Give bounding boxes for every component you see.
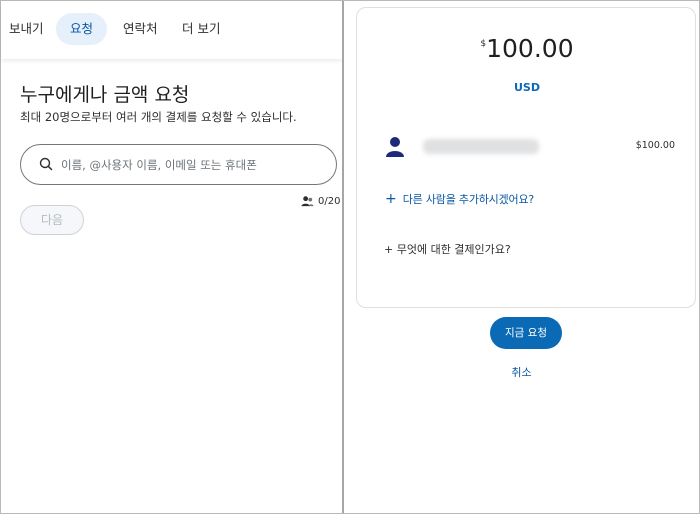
search-icon	[39, 157, 53, 171]
summary-card: $100.00 USD $100.00 + 다른 사람을 추가하시겠어요? + …	[356, 7, 696, 308]
recipient-row: $100.00	[385, 132, 675, 162]
page-subtitle: 최대 20명으로부터 여러 개의 결제를 요청할 수 있습니다.	[20, 110, 297, 124]
request-panel: 보내기 요청 연락처 더 보기 누구에게나 금액 요청 최대 20명으로부터 여…	[1, 1, 342, 513]
recipient-counter: 0/20	[301, 195, 340, 208]
recipient-search-box[interactable]	[20, 144, 337, 185]
tab-more[interactable]: 더 보기	[168, 13, 234, 45]
people-icon	[301, 196, 314, 207]
recipient-search-input[interactable]	[61, 153, 329, 177]
user-avatar-icon	[386, 137, 404, 157]
request-now-button[interactable]: 지금 요청	[490, 317, 562, 349]
plus-icon: +	[385, 190, 397, 207]
amount-value: 100.00	[486, 34, 574, 63]
request-summary-panel: $100.00 USD $100.00 + 다른 사람을 추가하시겠어요? + …	[344, 1, 699, 513]
recipient-name-redacted	[423, 139, 539, 154]
add-another-person-link[interactable]: + 다른 사람을 추가하시겠어요?	[385, 191, 534, 207]
tab-contacts[interactable]: 연락처	[109, 13, 172, 45]
add-another-person-label: 다른 사람을 추가하시겠어요?	[402, 193, 535, 206]
request-amount[interactable]: $100.00	[357, 34, 697, 63]
currency-selector[interactable]: USD	[357, 81, 697, 94]
currency-symbol: $	[480, 39, 487, 49]
page-title: 누구에게나 금액 요청	[20, 84, 190, 106]
cancel-link[interactable]: 취소	[344, 364, 699, 380]
tab-send[interactable]: 보내기	[0, 13, 58, 45]
next-button[interactable]: 다음	[20, 205, 84, 235]
top-nav-tabs: 보내기 요청 연락처 더 보기	[1, 1, 342, 59]
recipient-amount: $100.00	[635, 140, 675, 151]
recipient-count-text: 0/20	[318, 196, 341, 207]
add-note-link[interactable]: + 무엇에 대한 결제인가요?	[384, 241, 511, 257]
tab-request[interactable]: 요청	[56, 13, 108, 45]
